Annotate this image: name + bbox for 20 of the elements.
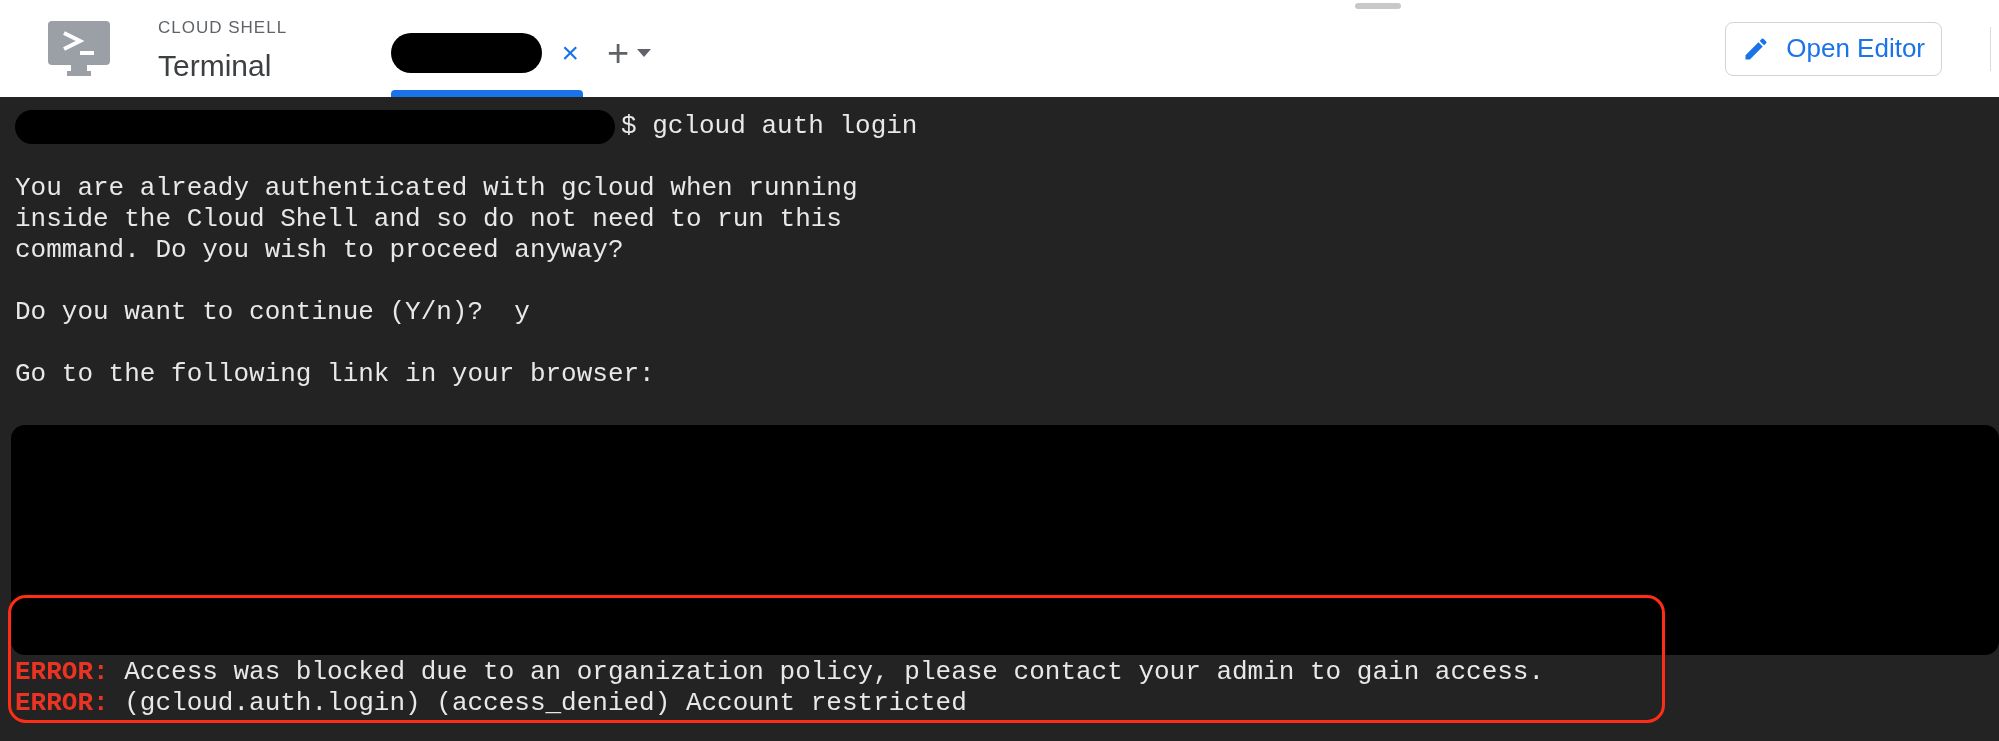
add-tab-button[interactable]: + (607, 33, 630, 72)
close-tab-button[interactable]: × (557, 30, 584, 75)
drag-handle[interactable] (1355, 3, 1401, 9)
error-label: ERROR: (15, 657, 109, 688)
output-line: Go to the following link in your browser: (15, 359, 656, 390)
open-editor-button[interactable]: Open Editor (1725, 21, 1942, 76)
redacted-tab[interactable] (391, 32, 542, 73)
error-message: (gcloud.auth.login) (access_denied) Account restricted (123, 688, 967, 719)
command-text: $ gcloud auth login (621, 111, 918, 142)
output-line: command. Do you wish to proceed anyway? (15, 235, 625, 266)
output-line: Do you want to continue (Y/n)? y (15, 297, 531, 328)
error-label: ERROR: (15, 688, 109, 719)
window-title: Terminal (158, 48, 273, 82)
error-message: Access was blocked due to an organization policy, please contact your admin to gain access. (123, 657, 1545, 688)
terminal-icon (48, 20, 110, 77)
terminal-panel[interactable] (0, 97, 1999, 741)
product-label: CLOUD SHELL (158, 17, 288, 40)
output-line: inside the Cloud Shell and so do not need to run this (15, 204, 843, 235)
caret-icon[interactable] (637, 48, 652, 57)
output-line: You are already authenticated with gcloud when running (15, 173, 859, 204)
